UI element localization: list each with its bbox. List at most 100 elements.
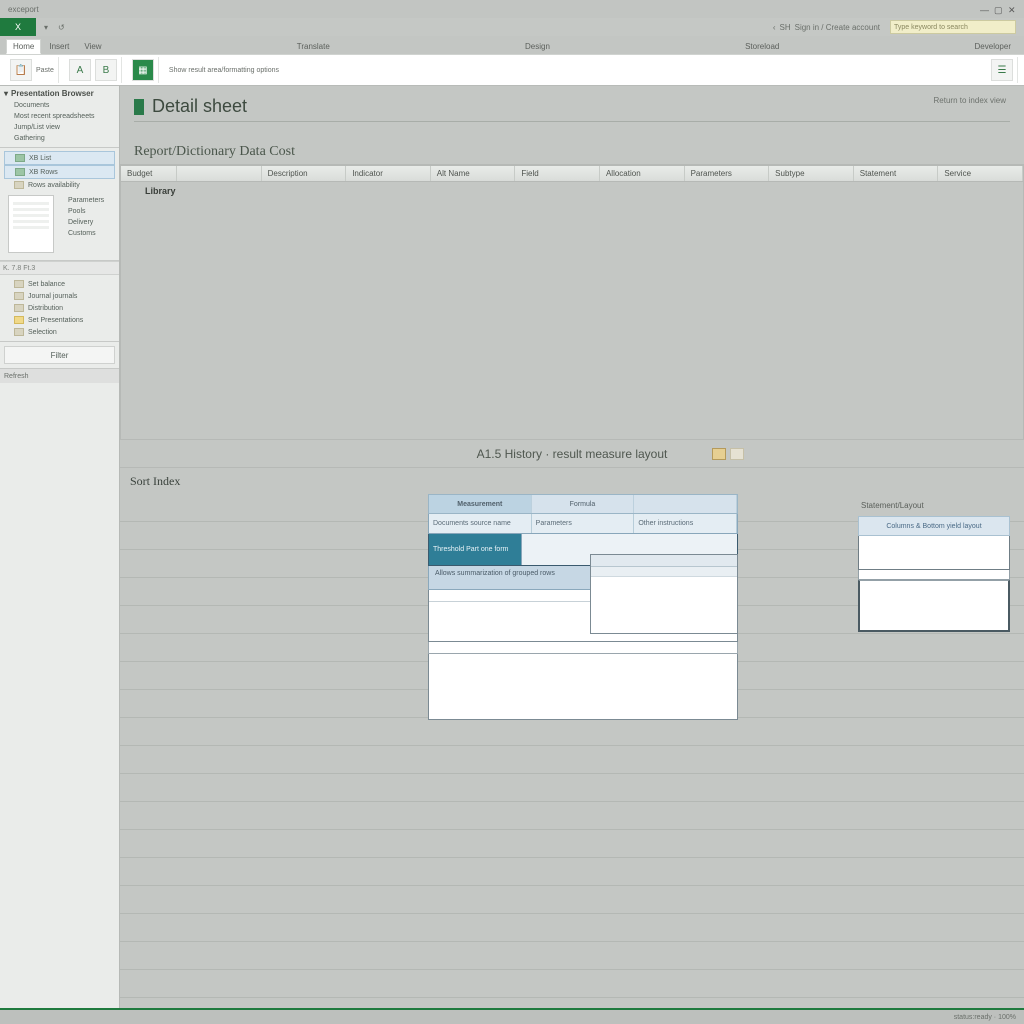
report-body[interactable]: Library [120, 182, 1024, 440]
side-section-lists: XB List XB Rows Rows availability Parame… [0, 148, 119, 261]
sidebar-item[interactable]: Customs [58, 228, 115, 239]
tab-translate[interactable]: Translate [290, 39, 337, 54]
column-header[interactable]: Statement [854, 166, 939, 181]
sheet-icon[interactable] [730, 448, 744, 460]
close-button[interactable]: ✕ [1008, 5, 1016, 13]
center-tab[interactable]: Measurement [429, 495, 532, 513]
caption-text: A1.5 History · result measure layout [477, 447, 668, 461]
right-panel-row[interactable] [858, 570, 1010, 580]
column-header[interactable]: Budget [121, 166, 177, 181]
doc-icon [14, 328, 24, 336]
folder-icon [14, 316, 24, 324]
page-title: Detail sheet [134, 96, 1010, 117]
center-input-block[interactable] [428, 654, 738, 720]
column-header[interactable]: Subtype [769, 166, 854, 181]
paste-icon[interactable]: 📋 [10, 59, 32, 81]
center-sub-cell[interactable]: Parameters [532, 514, 635, 533]
sidebar-item[interactable]: Selection [4, 326, 115, 338]
sheet-icon[interactable]: ▦ [132, 59, 154, 81]
column-header[interactable]: Field [515, 166, 600, 181]
tab-home[interactable]: Home [6, 39, 41, 54]
search-input[interactable]: Type keyword to search [890, 20, 1016, 34]
folder-icon[interactable] [712, 448, 726, 460]
tab-insert[interactable]: Insert [42, 39, 76, 54]
ribbon-group-font: A B [65, 57, 122, 83]
column-header[interactable]: Alt Name [431, 166, 516, 181]
column-header[interactable]: Allocation [600, 166, 685, 181]
list-icon [15, 168, 25, 176]
return-link[interactable]: Return to index view [934, 96, 1006, 105]
quick-access-item[interactable]: ▾ [44, 23, 48, 32]
sidebar-item[interactable]: Jump/List view [4, 122, 115, 133]
center-sub-cell[interactable]: Other instructions [634, 514, 737, 533]
sidebar-item[interactable]: XB Rows [4, 165, 115, 179]
signin-link[interactable]: Sign in / Create account [795, 23, 880, 32]
thumbnail-preview[interactable] [8, 195, 54, 253]
toolbar-text: K. 7.8 Ft.3 [3, 265, 35, 272]
divider [134, 121, 1010, 122]
side-mini-toolbar: K. 7.8 Ft.3 [0, 261, 119, 275]
column-header[interactable]: Indicator [346, 166, 431, 181]
side-panel: ▾ Presentation Browser Documents Most re… [0, 86, 120, 1008]
sidebar-item[interactable]: Delivery [58, 217, 115, 228]
maximize-button[interactable]: ▢ [994, 5, 1002, 13]
app-title: exceport [8, 5, 39, 14]
tab-developer[interactable]: Developer [968, 39, 1018, 54]
nav-back-icon[interactable]: ‹ [773, 23, 776, 32]
minimize-button[interactable]: — [980, 5, 988, 13]
side-section-sets: Set balance Journal journals Distributio… [0, 275, 119, 342]
sidebar-item[interactable]: Set Presentations [4, 314, 115, 326]
center-row[interactable] [428, 642, 738, 654]
ribbon-group-view: ▦ [128, 57, 159, 83]
sidebar-item[interactable]: Most recent spreadsheets [4, 111, 115, 122]
sidebar-item[interactable]: Distribution [4, 302, 115, 314]
list-icon [15, 154, 25, 162]
ribbon: 📋 Paste A B ▦ Show result area/formattin… [0, 54, 1024, 86]
app-bar: X ▾ ↺ ‹ SH Sign in / Create account Type… [0, 18, 1024, 36]
paste-label: Paste [36, 67, 54, 74]
column-header[interactable]: Parameters [685, 166, 770, 181]
page-title-text: Detail sheet [152, 96, 247, 117]
side-section-browser: ▾ Presentation Browser Documents Most re… [0, 86, 119, 148]
list-icon[interactable]: ☰ [991, 59, 1013, 81]
lower-grid[interactable]: Measurement Formula Documents source nam… [120, 494, 1024, 1008]
sidebar-item[interactable]: Pools [58, 206, 115, 217]
right-panel-sub[interactable]: Columns & Bottom yield layout [858, 516, 1010, 536]
tab-view[interactable]: View [77, 39, 108, 54]
column-header[interactable]: Service [938, 166, 1023, 181]
sidebar-item[interactable]: Documents [4, 100, 115, 111]
lower-area: Sort Index Measurement Formula Documents… [120, 468, 1024, 1008]
column-header[interactable] [177, 166, 262, 181]
lower-left-title: Sort Index [130, 474, 418, 489]
workspace: ▾ Presentation Browser Documents Most re… [0, 86, 1024, 1008]
doc-icon [14, 292, 24, 300]
bold-icon[interactable]: B [95, 59, 117, 81]
sidebar-item-selected[interactable]: XB List [4, 151, 115, 165]
center-tab[interactable]: Formula [532, 495, 635, 513]
column-header[interactable]: Description [262, 166, 347, 181]
sidebar-item[interactable]: Rows availability [4, 179, 115, 191]
sidebar-item[interactable]: Journal journals [4, 290, 115, 302]
caption-row: A1.5 History · result measure layout [120, 440, 1024, 468]
tab-storeload[interactable]: Storeload [738, 39, 786, 54]
document-header: Detail sheet Return to index view Report… [120, 86, 1024, 165]
doc-icon [14, 280, 24, 288]
font-icon[interactable]: A [69, 59, 91, 81]
filter-button[interactable]: Filter [4, 346, 115, 364]
ribbon-caption: Show result area/formatting options [169, 67, 279, 74]
center-sub-cell[interactable]: Documents source name [429, 514, 532, 533]
app-badge[interactable]: X [0, 18, 36, 36]
center-side-panel[interactable] [590, 554, 738, 634]
application-window: exceport — ▢ ✕ X ▾ ↺ ‹ SH Sign in / Crea… [0, 0, 1024, 1024]
right-panel-area[interactable] [858, 580, 1010, 632]
center-tab[interactable] [634, 495, 737, 513]
title-bar: exceport — ▢ ✕ [0, 0, 1024, 18]
tab-design[interactable]: Design [518, 39, 557, 54]
sidebar-item[interactable]: Gathering [4, 133, 115, 144]
right-panel-field[interactable] [858, 536, 1010, 570]
chevron-down-icon[interactable]: ▾ [4, 89, 8, 98]
report-row-label: Library [145, 186, 176, 196]
sidebar-item[interactable]: Parameters [58, 195, 115, 206]
sidebar-item[interactable]: Set balance [4, 278, 115, 290]
quick-access-item[interactable]: ↺ [58, 23, 65, 32]
